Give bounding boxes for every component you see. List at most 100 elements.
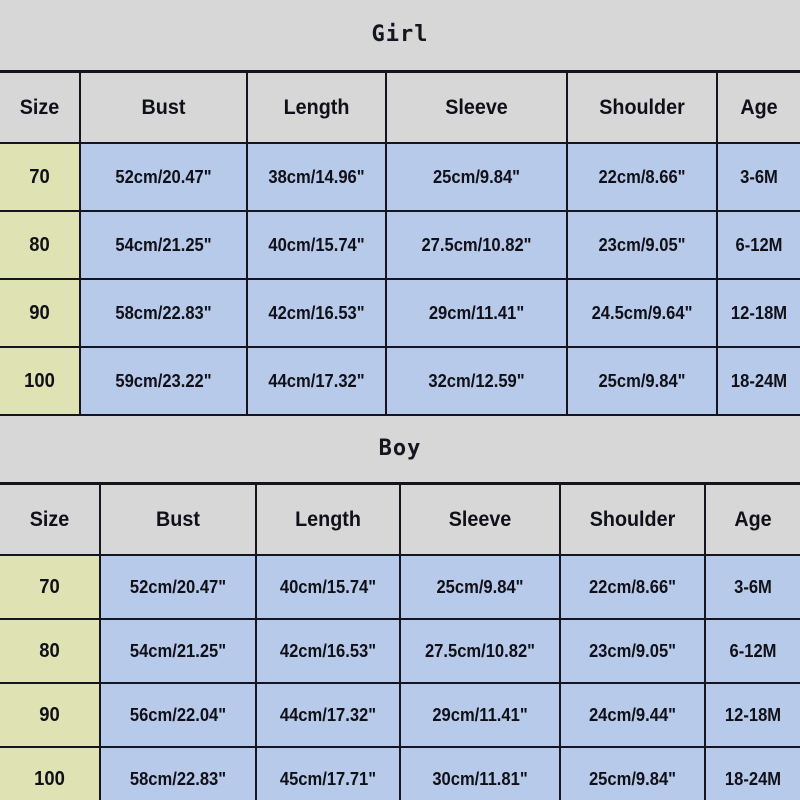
boy-cell-length: 45cm/17.71" <box>255 746 401 800</box>
boy-cell-size-value: 90 <box>39 703 60 726</box>
girl-cell-shoulder: 23cm/9.05" <box>566 210 718 280</box>
boy-cell-size: 90 <box>0 682 101 748</box>
girl-column-header-shoulder: Shoulder <box>566 73 718 144</box>
girl-cell-size-value: 90 <box>29 301 50 324</box>
boy-cell-shoulder: 22cm/8.66" <box>559 554 706 620</box>
boy-cell-size-value: 100 <box>34 767 65 790</box>
girl-cell-sleeve-value: 27.5cm/10.82" <box>421 234 532 255</box>
boy-cell-bust: 56cm/22.04" <box>99 682 257 748</box>
boy-cell-shoulder: 25cm/9.84" <box>559 746 706 800</box>
boy-cell-length-value: 44cm/17.32" <box>279 704 377 725</box>
girl-table-header-row: Size Bust Length Sleeve Shoulder Age <box>0 73 800 144</box>
girl-cell-age: 3-6M <box>716 142 800 212</box>
girl-cell-age: 6-12M <box>716 210 800 280</box>
girl-cell-age-value: 18-24M <box>730 370 788 391</box>
boy-cell-size-value: 70 <box>39 575 60 598</box>
girl-cell-sleeve: 32cm/12.59" <box>385 346 568 416</box>
table-row: 80 54cm/21.25" 40cm/15.74" 27.5cm/10.82"… <box>0 210 800 280</box>
girl-cell-length-value: 42cm/16.53" <box>268 302 365 323</box>
boy-cell-length-value: 40cm/15.74" <box>279 576 377 597</box>
girl-column-header-age-label: Age <box>740 95 778 119</box>
boy-column-header-length-label: Length <box>295 507 361 531</box>
girl-cell-bust: 52cm/20.47" <box>79 142 248 212</box>
boy-column-header-sleeve: Sleeve <box>399 485 561 556</box>
girl-cell-length: 44cm/17.32" <box>246 346 387 416</box>
boy-measurements-table: Size Bust Length Sleeve Shoulder Age 70 … <box>0 485 800 800</box>
girl-cell-size-value: 70 <box>29 165 50 188</box>
girl-cell-length: 42cm/16.53" <box>246 278 387 348</box>
girl-cell-shoulder: 25cm/9.84" <box>566 346 718 416</box>
boy-column-header-age: Age <box>704 485 800 556</box>
boy-cell-age-value: 3-6M <box>734 576 772 597</box>
boy-cell-shoulder-value: 25cm/9.84" <box>588 768 677 789</box>
boy-cell-bust-value: 58cm/22.83" <box>129 768 227 789</box>
boy-cell-shoulder-value: 22cm/8.66" <box>588 576 677 597</box>
girl-chart-title-band: Girl <box>0 0 800 73</box>
boy-column-header-bust: Bust <box>99 485 257 556</box>
boy-cell-shoulder: 23cm/9.05" <box>559 618 706 684</box>
boy-column-header-shoulder: Shoulder <box>559 485 706 556</box>
table-row: 100 58cm/22.83" 45cm/17.71" 30cm/11.81" … <box>0 746 800 800</box>
girl-cell-sleeve-value: 25cm/9.84" <box>432 166 521 187</box>
girl-cell-length-value: 40cm/15.74" <box>268 234 365 255</box>
boy-column-header-bust-label: Bust <box>156 507 200 531</box>
boy-cell-size: 100 <box>0 746 101 800</box>
girl-cell-size: 70 <box>0 142 81 212</box>
boy-cell-sleeve: 30cm/11.81" <box>399 746 561 800</box>
boy-cell-shoulder-value: 24cm/9.44" <box>588 704 677 725</box>
girl-cell-bust-value: 58cm/22.83" <box>115 302 212 323</box>
girl-cell-size: 90 <box>0 278 81 348</box>
girl-cell-bust: 54cm/21.25" <box>79 210 248 280</box>
boy-cell-sleeve: 27.5cm/10.82" <box>399 618 561 684</box>
girl-cell-shoulder-value: 24.5cm/9.64" <box>591 302 693 323</box>
table-row: 100 59cm/23.22" 44cm/17.32" 32cm/12.59" … <box>0 346 800 416</box>
girl-cell-size: 80 <box>0 210 81 280</box>
size-chart-page: Girl Size Bust Length Sleeve Shoulder Ag… <box>0 0 800 800</box>
boy-cell-age-value: 18-24M <box>724 768 782 789</box>
boy-cell-age-value: 6-12M <box>729 640 777 661</box>
girl-cell-size-value: 80 <box>29 233 50 256</box>
girl-cell-bust: 59cm/23.22" <box>79 346 248 416</box>
girl-column-header-shoulder-label: Shoulder <box>599 95 685 119</box>
girl-cell-size-value: 100 <box>24 369 55 392</box>
girl-cell-sleeve-value: 32cm/12.59" <box>428 370 525 391</box>
boy-chart-title-band: Boy <box>0 416 800 485</box>
table-row: 90 58cm/22.83" 42cm/16.53" 29cm/11.41" 2… <box>0 278 800 348</box>
girl-cell-age-value: 12-18M <box>730 302 788 323</box>
boy-cell-age: 6-12M <box>704 618 800 684</box>
boy-cell-size: 70 <box>0 554 101 620</box>
girl-cell-sleeve: 27.5cm/10.82" <box>385 210 568 280</box>
boy-cell-length: 42cm/16.53" <box>255 618 401 684</box>
boy-cell-bust-value: 56cm/22.04" <box>129 704 227 725</box>
boy-cell-bust-value: 54cm/21.25" <box>129 640 227 661</box>
boy-size-chart: Boy Size Bust Length Sleeve Shoulder Age… <box>0 416 800 800</box>
boy-cell-sleeve-value: 29cm/11.41" <box>432 704 528 725</box>
girl-cell-length: 38cm/14.96" <box>246 142 387 212</box>
girl-cell-size: 100 <box>0 346 81 416</box>
boy-cell-length: 40cm/15.74" <box>255 554 401 620</box>
girl-cell-shoulder-value: 25cm/9.84" <box>598 370 686 391</box>
girl-column-header-length: Length <box>246 73 387 144</box>
boy-cell-shoulder-value: 23cm/9.05" <box>588 640 677 661</box>
table-row: 70 52cm/20.47" 38cm/14.96" 25cm/9.84" 22… <box>0 142 800 212</box>
boy-cell-age: 18-24M <box>704 746 800 800</box>
boy-chart-title: Boy <box>378 436 422 461</box>
girl-cell-shoulder: 24.5cm/9.64" <box>566 278 718 348</box>
boy-column-header-shoulder-label: Shoulder <box>589 507 676 531</box>
boy-table-header-row: Size Bust Length Sleeve Shoulder Age <box>0 485 800 556</box>
boy-cell-age: 12-18M <box>704 682 800 748</box>
table-row: 90 56cm/22.04" 44cm/17.32" 29cm/11.41" 2… <box>0 682 800 748</box>
boy-cell-length: 44cm/17.32" <box>255 682 401 748</box>
girl-cell-sleeve: 25cm/9.84" <box>385 142 568 212</box>
table-row: 80 54cm/21.25" 42cm/16.53" 27.5cm/10.82"… <box>0 618 800 684</box>
boy-cell-size: 80 <box>0 618 101 684</box>
boy-cell-sleeve-value: 25cm/9.84" <box>436 576 524 597</box>
boy-column-header-age-label: Age <box>734 507 772 531</box>
boy-cell-age-value: 12-18M <box>724 704 782 725</box>
boy-cell-bust-value: 52cm/20.47" <box>129 576 227 597</box>
girl-cell-bust-value: 54cm/21.25" <box>115 234 212 255</box>
girl-column-header-age: Age <box>716 73 800 144</box>
boy-column-header-sleeve-label: Sleeve <box>448 507 512 531</box>
boy-cell-sleeve: 29cm/11.41" <box>399 682 561 748</box>
girl-cell-length-value: 44cm/17.32" <box>268 370 365 391</box>
